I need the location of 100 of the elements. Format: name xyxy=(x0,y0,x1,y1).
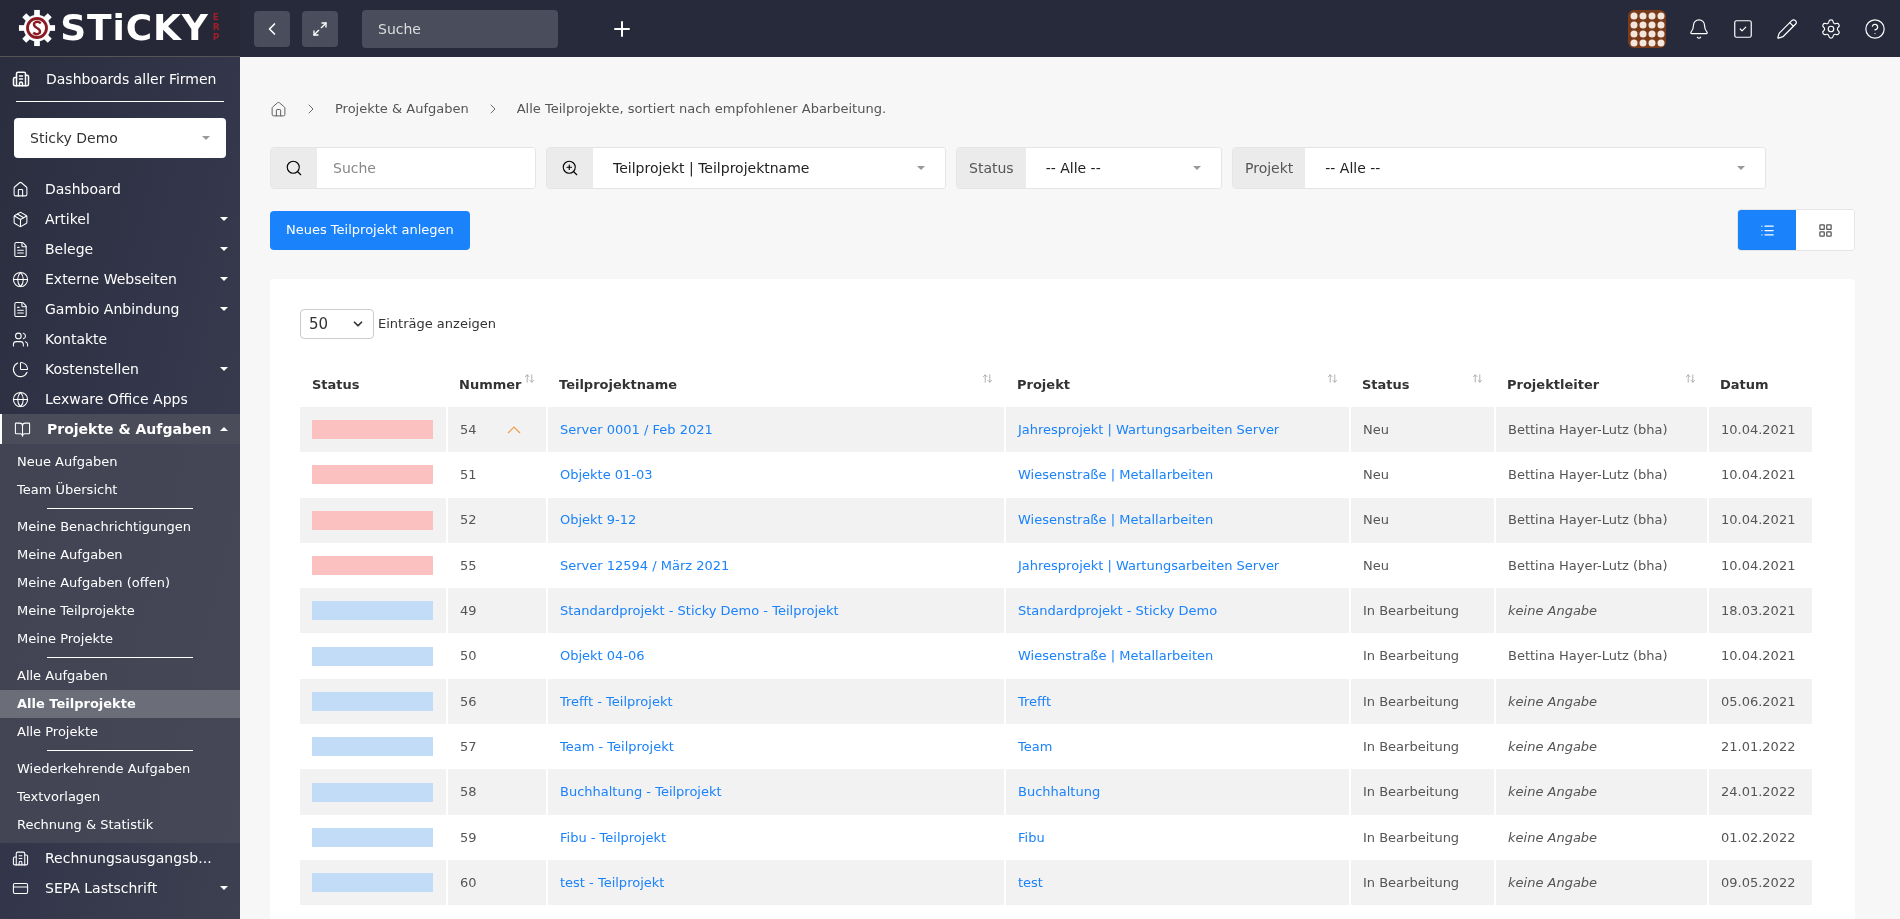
subproject-link[interactable]: Server 12594 / März 2021 xyxy=(560,557,730,573)
bell-icon[interactable] xyxy=(1688,17,1710,40)
sidebar-item[interactable]: Belege xyxy=(0,234,240,264)
search-icon xyxy=(285,159,303,177)
table-cell: In Bearbeitung xyxy=(1350,814,1495,860)
table-cell: 10.04.2021 xyxy=(1708,633,1812,679)
house-icon[interactable] xyxy=(270,100,287,118)
back-button[interactable] xyxy=(254,10,290,47)
sidebar-item[interactable]: Kostenstellen xyxy=(0,354,240,384)
box-icon xyxy=(12,210,29,228)
help-icon[interactable] xyxy=(1864,17,1886,40)
number-text: 49 xyxy=(460,602,477,621)
submenu-item[interactable]: Meine Projekte xyxy=(0,625,240,653)
table-cell: keine Angabe xyxy=(1495,678,1708,725)
column-header[interactable]: Nummer xyxy=(447,363,547,407)
table-cell: Neu xyxy=(1350,497,1495,543)
table-cell: In Bearbeitung xyxy=(1350,859,1495,906)
pencil-icon[interactable] xyxy=(1776,17,1798,40)
sidebar-item[interactable]: Dashboard xyxy=(0,174,240,204)
number-text: 57 xyxy=(460,737,477,756)
sidebar-item[interactable]: SEPA Lastschrift xyxy=(0,873,240,903)
submenu-item[interactable]: Meine Aufgaben xyxy=(0,541,240,569)
number-text: 51 xyxy=(460,466,477,485)
table-cell: keine Angabe xyxy=(1495,724,1708,770)
submenu-item[interactable]: Wiederkehrende Aufgaben xyxy=(0,755,240,783)
logo-suffix: ERP xyxy=(212,13,221,43)
page-size-select[interactable]: 50 xyxy=(300,309,374,339)
column-header: Datum xyxy=(1708,363,1812,407)
project-link[interactable]: Fibu xyxy=(1018,829,1045,845)
table-cell: Bettina Hayer-Lutz (bha) xyxy=(1495,407,1708,453)
submenu-item[interactable]: Alle Teilprojekte xyxy=(0,690,240,718)
zoom-in-icon xyxy=(561,159,579,177)
company-select[interactable]: Sticky Demo xyxy=(14,118,226,158)
people-icon xyxy=(12,330,29,348)
table-cell: keine Angabe xyxy=(1495,588,1708,634)
field-select[interactable]: Teilprojekt | Teilprojektname xyxy=(593,148,945,188)
search-field[interactable]: Suche xyxy=(362,9,558,48)
column-header[interactable]: Teilprojektname xyxy=(547,363,1005,407)
checkbox-icon[interactable] xyxy=(1732,17,1754,40)
sidebar-item[interactable]: Kontakte xyxy=(0,324,240,354)
table-cell: 21.01.2022 xyxy=(1708,724,1812,770)
logo-text: STiCKY xyxy=(60,10,209,46)
column-header[interactable]: Status xyxy=(1350,363,1495,407)
table-cell: 10.04.2021 xyxy=(1708,497,1812,543)
breadcrumb-item[interactable]: Projekte & Aufgaben xyxy=(335,99,469,119)
project-link[interactable]: Wiesenstraße | Metallarbeiten xyxy=(1018,648,1214,664)
sidebar-item[interactable]: Lexware Office Apps xyxy=(0,384,240,414)
project-select[interactable]: -- Alle -- xyxy=(1305,148,1765,188)
project-link[interactable]: Team xyxy=(1018,738,1053,754)
table-cell: In Bearbeitung xyxy=(1350,678,1495,725)
subproject-link[interactable]: Objekt 04-06 xyxy=(560,648,645,664)
submenu-item[interactable]: Meine Aufgaben (offen) xyxy=(0,569,240,597)
house-icon xyxy=(12,180,29,198)
status-select[interactable]: -- Alle -- xyxy=(1025,148,1221,188)
number-text: 54 xyxy=(460,420,477,439)
submenu-item[interactable]: Alle Projekte xyxy=(0,718,240,746)
column-header[interactable]: Projekt xyxy=(1005,363,1350,407)
gear-logo-icon xyxy=(18,9,57,47)
subproject-link[interactable]: Team - Teilprojekt xyxy=(560,738,674,754)
subproject-link[interactable]: Fibu - Teilprojekt xyxy=(560,829,667,845)
subproject-link[interactable]: Objekte 01-03 xyxy=(560,467,653,483)
sidebar-link[interactable]: Dashboards aller Firmen xyxy=(46,68,217,90)
sidebar-item[interactable]: Artikel xyxy=(0,204,240,234)
building-icon xyxy=(12,849,29,867)
submenu-item[interactable]: Neue Aufgaben xyxy=(0,448,240,476)
sort-icon xyxy=(524,373,535,385)
book-icon xyxy=(14,420,31,438)
submenu-item[interactable]: Team Übersicht xyxy=(0,476,240,504)
sidebar-item[interactable]: Externe Webseiten xyxy=(0,264,240,294)
avatar-icon[interactable] xyxy=(1628,9,1666,48)
grid-view-button[interactable] xyxy=(1796,210,1854,250)
table-cell: 09.05.2022 xyxy=(1708,859,1812,906)
submenu-item[interactable]: Rechnung & Statistik xyxy=(0,811,240,839)
sidebar-item[interactable]: Rechnungsausgangsb... xyxy=(0,843,240,873)
search-field[interactable]: Suche xyxy=(317,148,535,188)
number-text: 52 xyxy=(460,511,477,530)
project-link[interactable]: Wiesenstraße | Metallarbeiten xyxy=(1018,467,1214,483)
settings-icon[interactable] xyxy=(1820,17,1842,40)
number-text: 55 xyxy=(460,556,477,575)
sidebar-item[interactable]: Gambio Anbindung xyxy=(0,294,240,324)
submenu-item[interactable]: Meine Benachrichtigungen xyxy=(0,513,240,541)
column-header: Status xyxy=(300,363,447,407)
document-icon xyxy=(12,300,29,318)
expand-button[interactable] xyxy=(302,10,338,47)
table-cell: In Bearbeitung xyxy=(1350,769,1495,815)
table-cell: Bettina Hayer-Lutz (bha) xyxy=(1495,497,1708,543)
buildings-icon xyxy=(12,70,30,88)
submenu-item[interactable]: Textvorlagen xyxy=(0,783,240,811)
column-header[interactable]: Projektleiter xyxy=(1495,363,1708,407)
submenu-item[interactable]: Meine Teilprojekte xyxy=(0,597,240,625)
sidebar-item[interactable]: Projekte & Aufgaben xyxy=(0,414,240,444)
new-subproject-button[interactable]: Neues Teilprojekt anlegen xyxy=(270,210,470,250)
table-cell: In Bearbeitung xyxy=(1350,633,1495,679)
project-link[interactable]: Jahresprojekt | Wartungsarbeiten Server xyxy=(1018,557,1280,573)
caret-icon xyxy=(220,427,228,431)
submenu-item[interactable]: Alle Aufgaben xyxy=(0,662,240,690)
table-cell: keine Angabe xyxy=(1495,859,1708,906)
table-cell: 10.04.2021 xyxy=(1708,542,1812,589)
number-text: 58 xyxy=(460,783,477,802)
document-icon xyxy=(12,240,29,258)
